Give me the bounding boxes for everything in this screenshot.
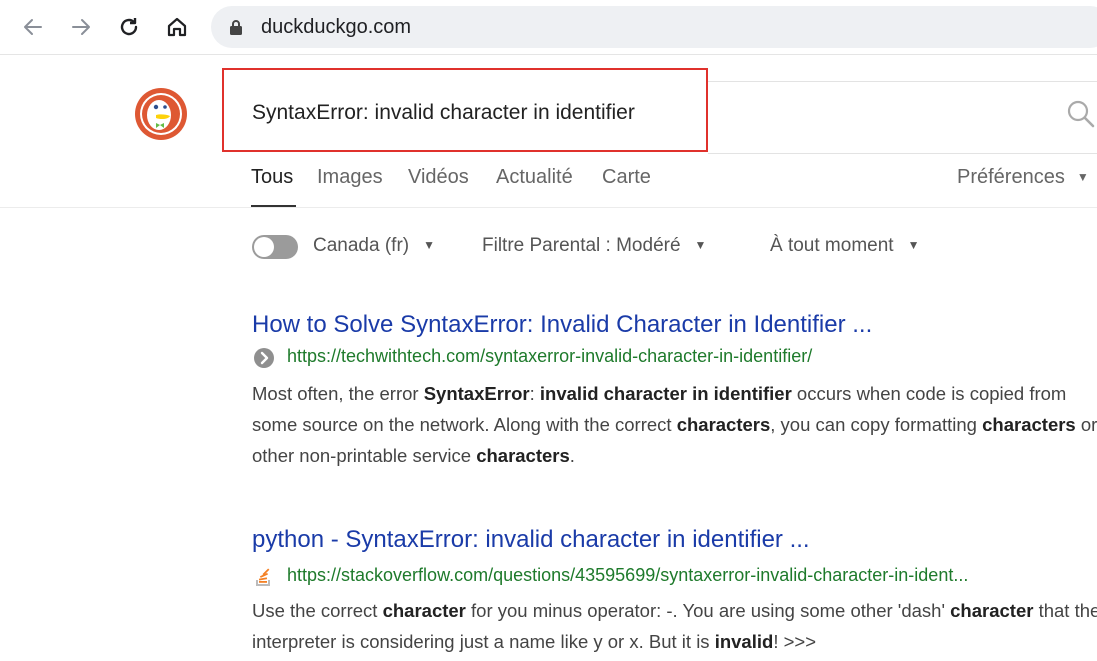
tab-videos[interactable]: Vidéos xyxy=(408,166,469,189)
search-icon[interactable] xyxy=(1066,99,1096,129)
result-url[interactable]: https://stackoverflow.com/questions/4359… xyxy=(287,565,968,586)
search-input[interactable]: SyntaxError: invalid character in identi… xyxy=(222,68,708,152)
tab-maps[interactable]: Carte xyxy=(602,166,651,189)
tab-images[interactable]: Images xyxy=(317,166,383,189)
stackoverflow-favicon-icon xyxy=(256,568,270,586)
snippet-text: : xyxy=(529,383,540,404)
caret-down-icon: ▼ xyxy=(423,238,435,252)
time-filter[interactable]: À tout moment ▼ xyxy=(770,235,919,257)
result-title[interactable]: python - SyntaxError: invalid character … xyxy=(252,526,810,554)
snippet-highlight: characters xyxy=(476,445,570,466)
tab-news[interactable]: Actualité xyxy=(496,166,573,189)
search-query[interactable]: SyntaxError: invalid character in identi… xyxy=(252,101,635,125)
tab-all[interactable]: Tous xyxy=(251,166,293,189)
snippet-text: . xyxy=(569,445,575,466)
reload-icon xyxy=(120,18,138,36)
address-bar[interactable]: duckduckgo.com xyxy=(211,6,1097,48)
result-snippet: Most often, the error SyntaxError: inval… xyxy=(252,378,1097,471)
safe-search-filter[interactable]: Filtre Parental : Modéré ▼ xyxy=(482,235,706,257)
region-filter[interactable]: Canada (fr) ▼ xyxy=(313,235,435,257)
favicon-icon xyxy=(254,348,274,368)
duckduckgo-logo[interactable] xyxy=(134,87,188,141)
caret-down-icon: ▼ xyxy=(694,238,707,252)
reload-button[interactable] xyxy=(114,12,144,42)
snippet-text: Use the correct xyxy=(252,600,383,621)
snippet-text: for you minus operator: -. You are using… xyxy=(465,600,951,621)
snippet-highlight: SyntaxError xyxy=(423,383,530,404)
toggle-knob xyxy=(254,237,274,257)
time-filter-label: À tout moment xyxy=(770,235,894,256)
browser-toolbar: duckduckgo.com xyxy=(0,0,1097,55)
snippet-highlight: character xyxy=(382,600,466,621)
snippet-highlight: characters xyxy=(676,414,771,435)
arrow-right-icon xyxy=(72,19,90,35)
back-button[interactable] xyxy=(18,12,48,42)
region-toggle[interactable] xyxy=(252,235,298,259)
snippet-highlight: invalid character in identifier xyxy=(539,383,792,404)
preferences-label: Préférences xyxy=(957,166,1065,188)
home-button[interactable] xyxy=(162,12,192,42)
region-filter-label: Canada (fr) xyxy=(313,235,410,256)
search-bar-extension[interactable] xyxy=(708,81,1097,154)
snippet-highlight: characters xyxy=(982,414,1076,435)
address-url[interactable]: duckduckgo.com xyxy=(261,16,411,39)
snippet-text: Most often, the error xyxy=(252,383,424,404)
safe-search-label: Filtre Parental : Modéré xyxy=(482,235,681,256)
snippet-text: ! >>> xyxy=(773,631,817,652)
forward-button[interactable] xyxy=(66,12,96,42)
caret-down-icon: ▼ xyxy=(907,238,920,252)
home-icon xyxy=(167,17,187,37)
snippet-text: , you can copy formatting xyxy=(770,414,983,435)
result-title[interactable]: How to Solve SyntaxError: Invalid Charac… xyxy=(252,311,872,339)
snippet-highlight: character xyxy=(950,600,1034,621)
snippet-highlight: invalid xyxy=(714,631,774,652)
header-divider xyxy=(0,207,1097,208)
caret-down-icon: ▼ xyxy=(1076,170,1089,184)
result-url[interactable]: https://techwithtech.com/syntaxerror-inv… xyxy=(287,346,812,367)
lock-icon xyxy=(230,20,242,35)
preferences-menu[interactable]: Préférences ▼ xyxy=(957,166,1089,189)
result-snippet: Use the correct character for you minus … xyxy=(252,595,1097,657)
arrow-left-icon xyxy=(24,19,42,35)
